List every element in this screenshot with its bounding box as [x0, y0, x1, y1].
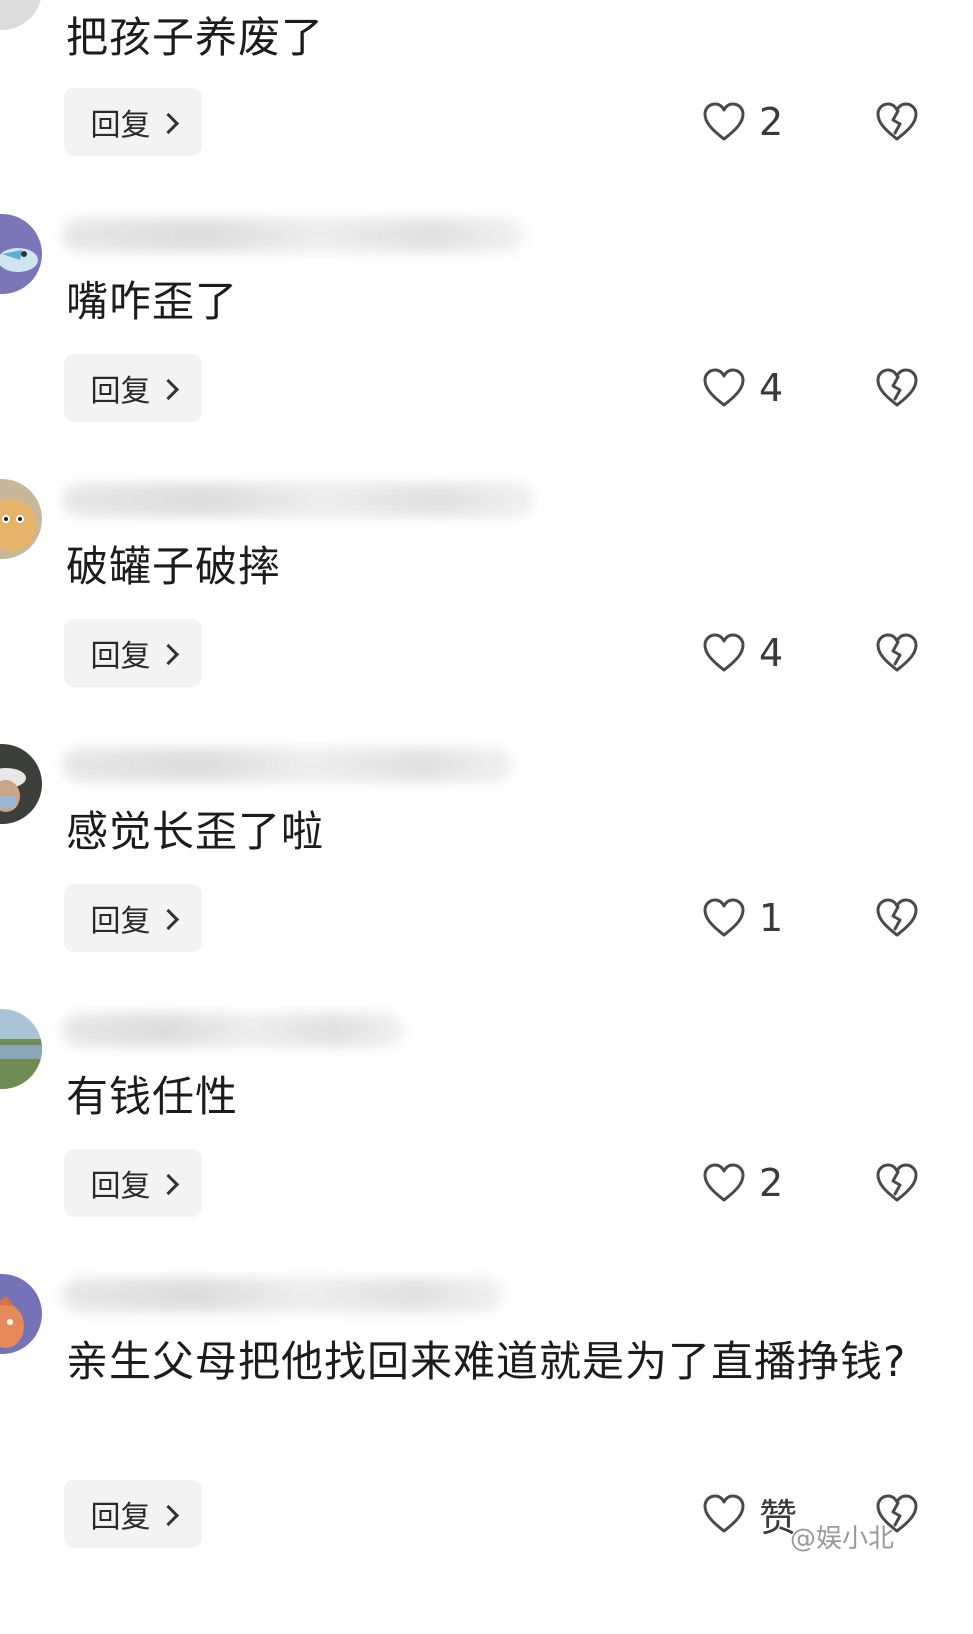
like-button[interactable]: 4 [703, 631, 783, 675]
chevron-right-icon [157, 643, 179, 665]
reply-button[interactable]: 回复 [64, 88, 202, 156]
dislike-button[interactable] [876, 633, 918, 673]
avatar[interactable] [0, 479, 42, 559]
comment-text: 感觉长歪了啦 [66, 807, 325, 856]
like-count: 2 [759, 100, 784, 144]
heart-icon [703, 898, 745, 937]
avatar[interactable] [0, 1009, 42, 1089]
username[interactable] [62, 748, 514, 782]
reply-button[interactable]: 回复 [64, 884, 202, 952]
reply-button[interactable]: 回复 [64, 619, 202, 687]
avatar[interactable] [0, 0, 42, 30]
heart-icon [703, 1494, 745, 1533]
chevron-right-icon [157, 908, 179, 930]
reply-button[interactable]: 回复 [64, 354, 202, 422]
broken-heart-icon [876, 102, 918, 141]
heart-icon [703, 368, 745, 407]
reply-label: 回复 [90, 904, 151, 939]
comment-text: 把孩子养废了 [66, 13, 325, 62]
comment-text: 有钱任性 [66, 1072, 239, 1121]
avatar[interactable] [0, 1274, 42, 1354]
comment-text: 亲生父母把他找回来难道就是为了直播挣钱? [66, 1337, 907, 1386]
chevron-right-icon [157, 378, 179, 400]
dislike-button[interactable] [876, 102, 918, 142]
reply-button[interactable]: 回复 [64, 1480, 202, 1548]
reply-label: 回复 [90, 1500, 151, 1535]
heart-icon [703, 1163, 745, 1202]
reply-label: 回复 [90, 374, 151, 409]
dislike-button[interactable] [876, 898, 918, 938]
broken-heart-icon [876, 1163, 918, 1202]
dislike-button[interactable] [876, 1163, 918, 1203]
chevron-right-icon [157, 1504, 179, 1526]
like-count: 4 [759, 366, 784, 410]
comment-text: 破罐子破摔 [66, 542, 282, 591]
like-button[interactable]: 赞 [703, 1492, 797, 1540]
reply-label: 回复 [90, 108, 151, 143]
avatar[interactable] [0, 744, 42, 824]
username[interactable] [62, 483, 534, 517]
like-button[interactable]: 1 [703, 896, 783, 940]
like-button[interactable]: 2 [703, 1161, 783, 1205]
reply-button[interactable]: 回复 [64, 1149, 202, 1217]
avatar[interactable] [0, 214, 42, 294]
broken-heart-icon [876, 898, 918, 937]
like-count: 4 [759, 631, 784, 675]
heart-icon [703, 102, 745, 141]
broken-heart-icon [876, 633, 918, 672]
dislike-button[interactable] [876, 368, 918, 408]
chevron-right-icon [157, 112, 179, 134]
like-count: 1 [759, 896, 784, 940]
like-button[interactable]: 4 [703, 366, 783, 410]
broken-heart-icon [876, 368, 918, 407]
reply-label: 回复 [90, 639, 151, 674]
like-button[interactable]: 2 [703, 100, 783, 144]
heart-icon [703, 633, 745, 672]
like-count: 2 [759, 1161, 784, 1205]
username[interactable] [62, 1278, 504, 1312]
chevron-right-icon [157, 1173, 179, 1195]
username[interactable] [62, 1013, 404, 1047]
watermark: @娱小北 [790, 1524, 895, 1554]
reply-label: 回复 [90, 1169, 151, 1204]
comment-text: 嘴咋歪了 [66, 277, 239, 326]
username[interactable] [62, 218, 524, 252]
